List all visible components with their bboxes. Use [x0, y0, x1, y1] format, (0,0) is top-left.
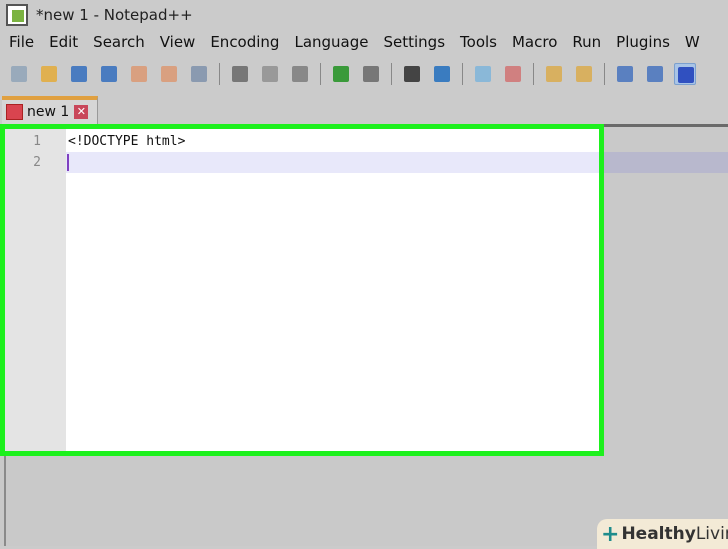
redo-icon[interactable]	[360, 63, 382, 85]
save-all-icon[interactable]	[98, 63, 120, 85]
editor-left-border	[4, 455, 6, 546]
menu-tools[interactable]: Tools	[451, 33, 497, 57]
toolbar-separator	[391, 63, 392, 85]
find-icon-glyph	[404, 66, 420, 82]
word-wrap-icon-glyph	[617, 66, 633, 82]
close-all-icon-glyph	[161, 66, 177, 82]
zoom-out-icon[interactable]	[502, 63, 524, 85]
save-icon-glyph	[71, 66, 87, 82]
word-wrap-icon[interactable]	[614, 63, 636, 85]
plus-logo-icon: +	[601, 521, 620, 547]
cut-icon-glyph	[232, 66, 248, 82]
menu-macro[interactable]: Macro	[503, 33, 557, 57]
watermark-rest: Living	[695, 524, 728, 544]
menu-view[interactable]: View	[151, 33, 196, 57]
current-line-highlight-dimmed	[600, 152, 728, 173]
menu-encoding[interactable]: Encoding	[201, 33, 279, 57]
window-title: *new 1 - Notepad++	[36, 6, 193, 24]
indent-guide-icon-glyph	[678, 67, 694, 83]
close-icon-glyph	[131, 66, 147, 82]
line-number-gutter	[5, 129, 66, 451]
redo-icon-glyph	[363, 66, 379, 82]
menu-plugins[interactable]: Plugins	[607, 33, 670, 57]
show-all-chars-icon[interactable]	[644, 63, 666, 85]
menu-language[interactable]: Language	[285, 33, 368, 57]
replace-icon[interactable]	[431, 63, 453, 85]
indent-guide-icon[interactable]	[674, 63, 696, 85]
menu-w[interactable]: W	[676, 33, 700, 57]
open-file-icon-glyph	[41, 66, 57, 82]
menu-run[interactable]: Run	[563, 33, 601, 57]
healthy-living-watermark: + Healthy Living	[597, 519, 728, 549]
tab-label: new 1	[27, 104, 70, 120]
zoom-in-icon[interactable]	[472, 63, 494, 85]
copy-icon[interactable]	[259, 63, 281, 85]
toolbar-separator	[320, 63, 321, 85]
title-bar: *new 1 - Notepad++	[0, 0, 728, 30]
line-number: 2	[33, 155, 41, 170]
watermark-bold: Healthy	[621, 524, 696, 544]
tab-close-icon[interactable]: ✕	[74, 105, 89, 119]
menu-bar: File Edit Search View Encoding Language Settin…	[0, 33, 706, 57]
toolbar-separator	[604, 63, 605, 85]
zoom-in-icon-glyph	[475, 66, 491, 82]
sync-vertical-icon[interactable]	[543, 63, 565, 85]
print-icon-glyph	[191, 66, 207, 82]
undo-icon[interactable]	[330, 63, 352, 85]
paste-icon[interactable]	[289, 63, 311, 85]
menu-file[interactable]: File	[0, 33, 34, 57]
tab-new-1[interactable]: new 1 ✕	[2, 96, 98, 124]
line-number: 1	[33, 134, 41, 149]
menu-edit[interactable]: Edit	[40, 33, 78, 57]
code-line[interactable]: <!DOCTYPE html>	[68, 134, 185, 149]
replace-icon-glyph	[434, 66, 450, 82]
editor-highlight-box[interactable]: 1 <!DOCTYPE html> 2	[0, 124, 604, 456]
paste-icon-glyph	[292, 66, 308, 82]
sync-horizontal-icon-glyph	[576, 66, 592, 82]
tab-bar: new 1 ✕	[0, 94, 728, 124]
show-all-chars-icon-glyph	[647, 66, 663, 82]
zoom-out-icon-glyph	[505, 66, 521, 82]
close-all-icon[interactable]	[158, 63, 180, 85]
toolbar-separator	[219, 63, 220, 85]
toolbar-separator	[462, 63, 463, 85]
open-file-icon[interactable]	[38, 63, 60, 85]
close-icon[interactable]	[128, 63, 150, 85]
menu-search[interactable]: Search	[84, 33, 145, 57]
menu-settings[interactable]: Settings	[375, 33, 446, 57]
toolbar-separator	[533, 63, 534, 85]
cut-icon[interactable]	[229, 63, 251, 85]
notepad-app-icon	[6, 4, 28, 26]
print-icon[interactable]	[188, 63, 210, 85]
text-caret	[67, 154, 69, 171]
sync-vertical-icon-glyph	[546, 66, 562, 82]
undo-icon-glyph	[333, 66, 349, 82]
copy-icon-glyph	[262, 66, 278, 82]
toolbar	[4, 60, 700, 88]
unsaved-file-icon	[6, 104, 23, 120]
save-all-icon-glyph	[101, 66, 117, 82]
find-icon[interactable]	[401, 63, 423, 85]
new-file-icon[interactable]	[8, 63, 30, 85]
save-icon[interactable]	[68, 63, 90, 85]
current-line-highlight	[66, 152, 599, 173]
sync-horizontal-icon[interactable]	[573, 63, 595, 85]
new-file-icon-glyph	[11, 66, 27, 82]
